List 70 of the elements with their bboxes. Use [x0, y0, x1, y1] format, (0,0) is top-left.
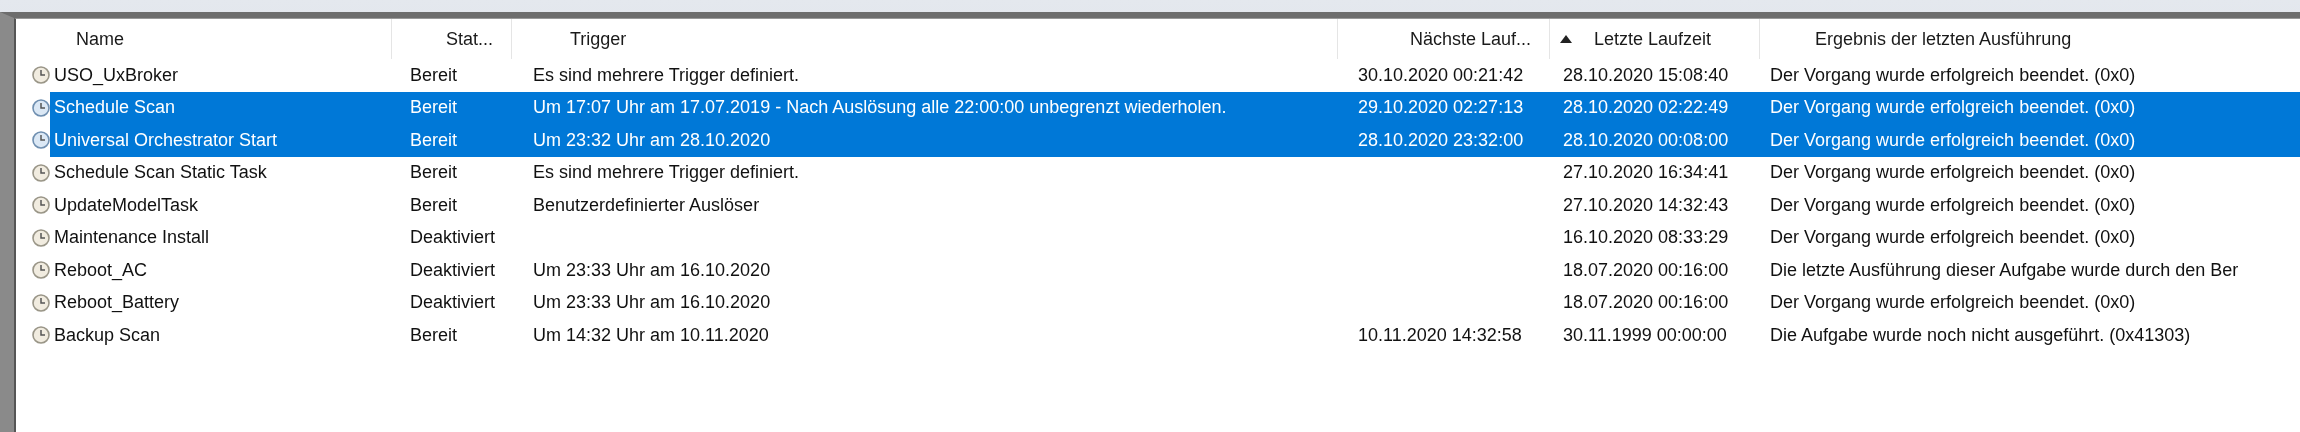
table-cell-text: 16.10.2020 08:33:29 — [1562, 227, 1729, 248]
table-cell-text: Es sind mehrere Trigger definiert. — [532, 162, 800, 183]
table-cell-text: Der Vorgang wurde erfolgreich beendet. (0x0) — [1769, 162, 2136, 183]
column-header[interactable]: Name — [16, 19, 392, 59]
task-name[interactable]: USO_UxBroker — [54, 64, 179, 86]
column-header[interactable]: Trigger — [512, 19, 1338, 59]
table-cell-text: Bereit — [409, 194, 458, 215]
task-row[interactable]: Backup Scan Bereit Um 14:32 Uhr am 10.11.2020 10.11.2020 14:32:58 30.11.1999 00:00:00 Die Aufgabe wurde noch nicht ausgeführt. (0x41303) — [16, 319, 2300, 352]
table-cell-text: Deaktiviert — [409, 259, 496, 280]
table-cell-text: 29.10.2020 02:27:13 — [1357, 97, 1524, 118]
table-cell-text: Der Vorgang wurde erfolgreich beendet. (0x0) — [1769, 129, 2136, 150]
table-cell-text: Bereit — [409, 129, 458, 150]
task-row[interactable]: Maintenance Install Deaktiviert 16.10.2020 08:33:29 Der Vorgang wurde erfolgreich beendet. (0x0) — [16, 221, 2300, 254]
column-header[interactable]: Nächste Lauf... — [1338, 19, 1550, 59]
table-cell-text: 30.11.1999 00:00:00 — [1562, 324, 1727, 345]
table-cell-text: Der Vorgang wurde erfolgreich beendet. (0x0) — [1769, 64, 2136, 85]
column-header[interactable]: Ergebnis der letzten Ausführung — [1760, 19, 2300, 59]
table-cell-text: Um 14:32 Uhr am 10.11.2020 — [532, 324, 769, 345]
task-row[interactable]: Reboot_Battery Deaktiviert Um 23:33 Uhr am 16.10.2020 18.07.2020 00:16:00 Der Vorgang wurde erfolgreich beendet. (0x0) — [16, 286, 2300, 319]
table-cell-text: Um 23:33 Uhr am 16.10.2020 — [532, 292, 771, 313]
clock-icon — [32, 326, 50, 345]
table-cell-text: 28.10.2020 23:32:00 — [1357, 129, 1524, 150]
clock-icon — [32, 98, 50, 117]
table-cell-text: 30.10.2020 00:21:42 — [1357, 64, 1524, 85]
clock-icon — [32, 131, 50, 150]
table-cell-text: 27.10.2020 16:34:41 — [1562, 162, 1729, 183]
task-name[interactable]: Universal Orchestrator Start — [54, 129, 278, 151]
table-cell-text: Benutzerdefinierter Auslöser — [532, 194, 760, 215]
table-cell-text: Um 23:33 Uhr am 16.10.2020 — [532, 259, 771, 280]
table-cell-text: Bereit — [409, 324, 458, 345]
column-header[interactable]: Stat... — [392, 19, 512, 59]
table-cell-text: Der Vorgang wurde erfolgreich beendet. (0x0) — [1769, 227, 2136, 248]
table-cell-text: Der Vorgang wurde erfolgreich beendet. (0x0) — [1769, 97, 2136, 118]
table-cell-text: Bereit — [409, 97, 458, 118]
table-cell-text: 10.11.2020 14:32:58 — [1357, 324, 1522, 345]
table-cell-text: Bereit — [409, 64, 458, 85]
clock-icon — [32, 66, 50, 85]
task-name[interactable]: Schedule Scan Static Task — [54, 162, 267, 184]
task-row[interactable]: Reboot_AC Deaktiviert Um 23:33 Uhr am 16.10.2020 18.07.2020 00:16:00 Die letzte Ausführung dieser Aufgabe wurde durch den Ber — [16, 254, 2300, 287]
table-cell-text: 18.07.2020 00:16:00 — [1562, 259, 1729, 280]
table-cell-text: 28.10.2020 15:08:40 — [1562, 64, 1729, 85]
table-cell-text: Es sind mehrere Trigger definiert. — [532, 64, 800, 85]
table-cell-text: Bereit — [409, 162, 458, 183]
task-row[interactable]: Schedule Scan Static Task Bereit Es sind mehrere Trigger definiert. 27.10.2020 16:34:41 Der Vorgang wurde erfolgreich beendet. (0x0) — [16, 156, 2300, 189]
task-name[interactable]: Reboot_AC — [54, 259, 148, 281]
clock-icon — [32, 196, 50, 215]
clock-icon — [32, 228, 50, 247]
table-cell-text: Die Aufgabe wurde noch nicht ausgeführt. (0x41303) — [1769, 324, 2191, 345]
task-name[interactable]: UpdateModelTask — [54, 194, 199, 216]
task-row[interactable]: UpdateModelTask Bereit Benutzerdefinierter Auslöser 27.10.2020 14:32:43 Der Vorgang wurde erfolgreich beendet. (0x0) — [16, 189, 2300, 222]
table-cell-text: 28.10.2020 00:08:00 — [1562, 129, 1729, 150]
table-cell-text: 28.10.2020 02:22:49 — [1562, 97, 1729, 118]
task-name[interactable]: Schedule Scan — [54, 97, 176, 119]
table-cell-text: Deaktiviert — [409, 227, 496, 248]
table-cell-text: Die letzte Ausführung dieser Aufgabe wurde durch den Ber — [1769, 259, 2239, 280]
table-cell-text: Der Vorgang wurde erfolgreich beendet. (0x0) — [1769, 292, 2136, 313]
table-cell-text: 18.07.2020 00:16:00 — [1562, 292, 1729, 313]
clock-icon — [32, 261, 50, 280]
task-row[interactable]: USO_UxBroker Bereit Es sind mehrere Trigger definiert. 30.10.2020 00:21:42 28.10.2020 15:08:40 Der Vorgang wurde erfolgreich beendet. (0x0) — [16, 59, 2300, 92]
table-cell-text: Um 23:32 Uhr am 28.10.2020 — [532, 129, 771, 150]
table-cell-text: Deaktiviert — [409, 292, 496, 313]
table-cell-text: Der Vorgang wurde erfolgreich beendet. (0x0) — [1769, 194, 2136, 215]
task-name[interactable]: Backup Scan — [54, 324, 161, 346]
column-header[interactable]: Letzte Laufzeit — [1550, 19, 1760, 59]
table-cell-text: 27.10.2020 14:32:43 — [1562, 194, 1729, 215]
clock-icon — [32, 293, 50, 312]
task-name[interactable]: Reboot_Battery — [54, 292, 180, 314]
clock-icon — [32, 163, 50, 182]
task-name[interactable]: Maintenance Install — [54, 227, 210, 249]
table-cell-text: Um 17:07 Uhr am 17.07.2019 - Nach Auslösung alle 22:00:00 unbegrenzt wiederholen. — [532, 97, 1227, 118]
